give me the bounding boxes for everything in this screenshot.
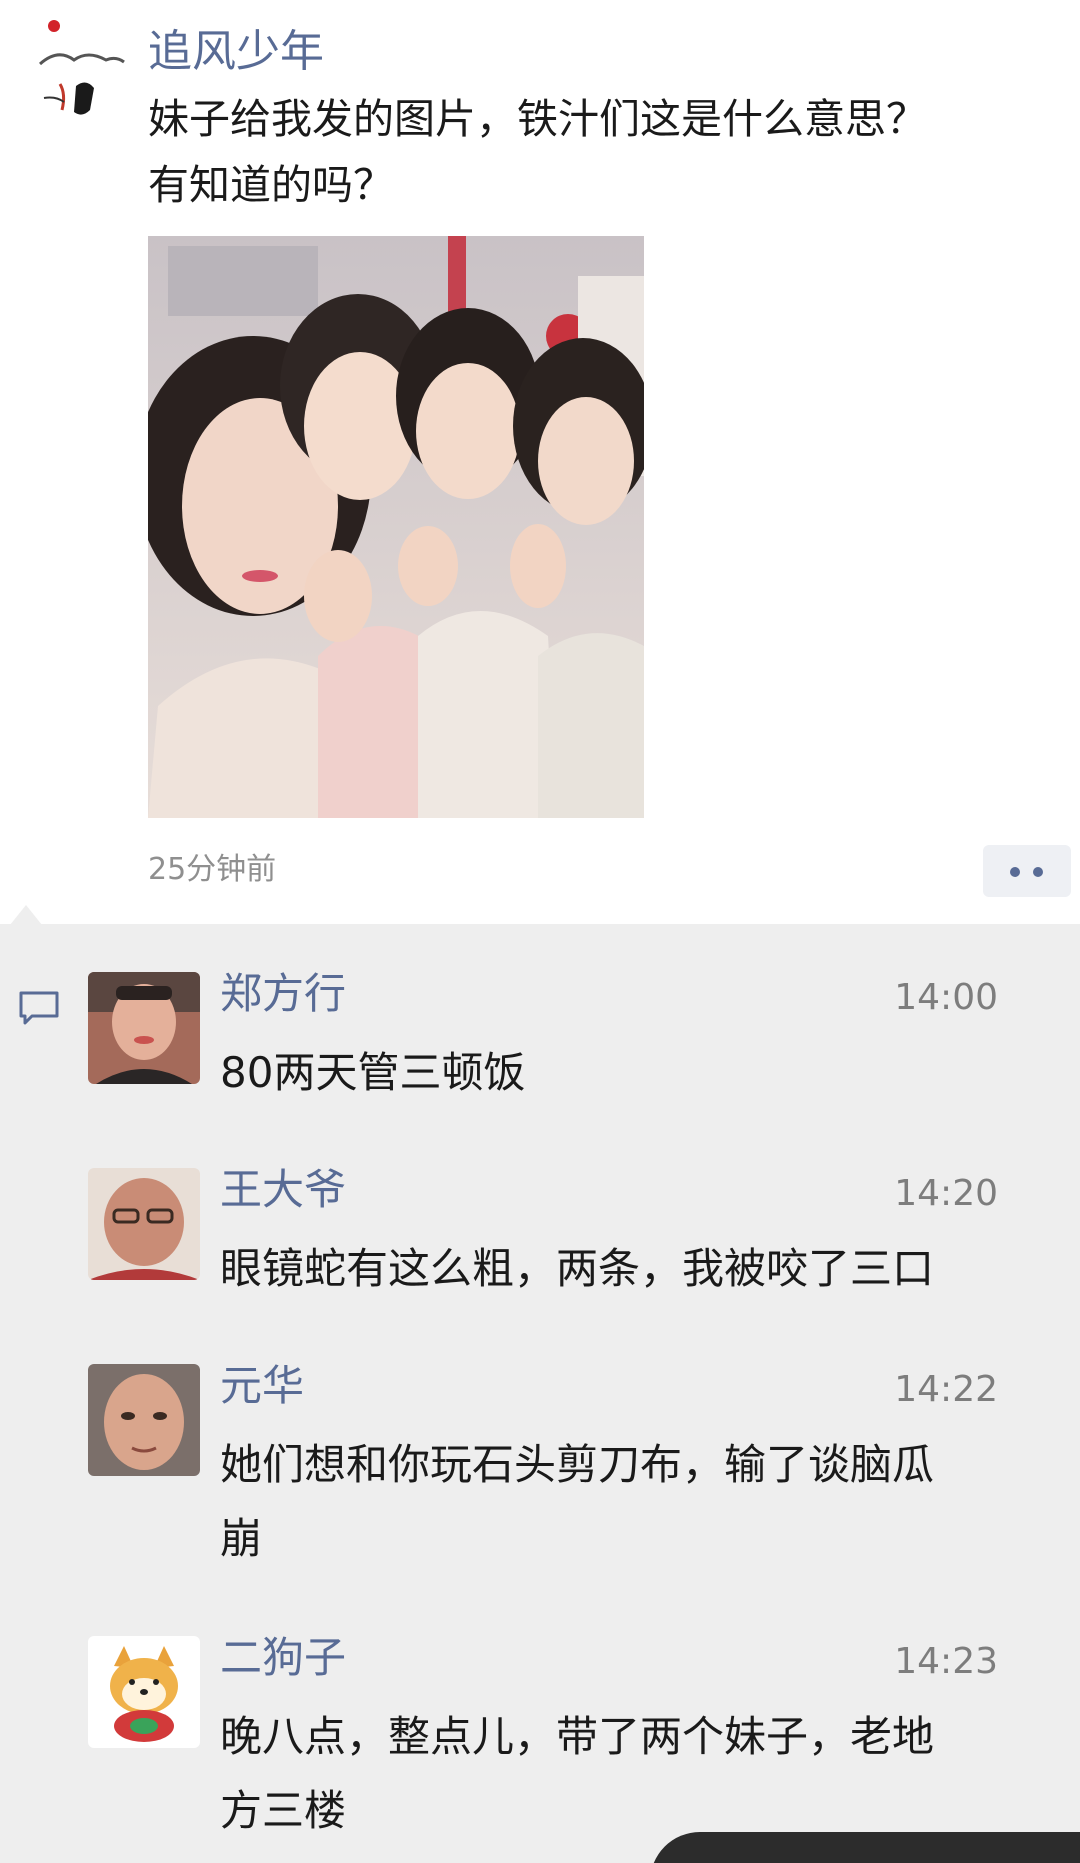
comment-text-line: 80两天管三顿饭 — [220, 1048, 526, 1097]
dot-icon — [1033, 867, 1043, 877]
man-portrait-icon — [88, 972, 200, 1084]
post-text-line: 有知道的吗？ — [148, 161, 394, 209]
commenter-name[interactable]: 王大爷 — [220, 1162, 346, 1218]
comment-text-line: 晚八点，整点儿，带了两个妹子，老地 — [220, 1712, 935, 1761]
commenter-avatar[interactable] — [88, 1636, 200, 1748]
bald-man-portrait-icon — [88, 1364, 200, 1476]
comment-bubble-icon — [18, 990, 60, 1026]
comment-text-line: 她们想和你玩石头剪刀布，输了谈脑瓜 — [220, 1440, 935, 1489]
post-text-line: 妹子给我发的图片，铁汁们这是什么意思？ — [148, 95, 927, 143]
dot-icon — [1010, 867, 1020, 877]
commenter-avatar[interactable] — [88, 1168, 200, 1280]
comment-time: 14:20 — [894, 1173, 998, 1214]
comment-time: 14:22 — [894, 1369, 998, 1410]
comments-section: 郑方行 14:00 80两天管三顿饭 王大爷 14:20 眼镜蛇有这么粗，两条，… — [0, 924, 1080, 1863]
comment-text: 晚八点，整点儿，带了两个妹子，老地 方三楼 — [220, 1700, 1000, 1848]
post-author-name[interactable]: 追风少年 — [148, 22, 324, 82]
comment-time: 14:00 — [894, 977, 998, 1018]
post-author-avatar[interactable] — [36, 14, 126, 134]
post-photo[interactable] — [135, 236, 653, 818]
comment-text: 80两天管三顿饭 — [220, 1036, 1000, 1110]
commenter-name[interactable]: 二狗子 — [220, 1630, 346, 1686]
moments-page: 追风少年 妹子给我发的图片，铁汁们这是什么意思？ 有知道的吗？ 25分钟前 郑方… — [0, 0, 1080, 1863]
commenter-avatar[interactable] — [88, 1364, 200, 1476]
commenter-name[interactable]: 元华 — [220, 1358, 304, 1414]
comment-time: 14:23 — [894, 1641, 998, 1682]
more-actions-button[interactable] — [983, 845, 1071, 897]
comment-text: 眼镜蛇有这么粗，两条，我被咬了三口 — [220, 1232, 1000, 1306]
post-text: 妹子给我发的图片，铁汁们这是什么意思？ 有知道的吗？ — [148, 86, 1028, 218]
shiba-doge-icon — [88, 1636, 200, 1748]
four-girls-selfie-photo-icon — [135, 236, 653, 818]
elderly-man-portrait-icon — [88, 1168, 200, 1280]
post-timestamp: 25分钟前 — [148, 852, 277, 887]
commenter-name[interactable]: 郑方行 — [220, 966, 346, 1022]
comment-text: 她们想和你玩石头剪刀布，输了谈脑瓜 崩 — [220, 1428, 1000, 1576]
comments-pointer — [10, 905, 42, 925]
comment-text-line: 崩 — [220, 1514, 263, 1563]
system-gesture-bar[interactable] — [650, 1832, 1080, 1863]
ink-painting-avatar-icon — [36, 14, 126, 134]
commenter-avatar[interactable] — [88, 972, 200, 1084]
comment-text-line: 眼镜蛇有这么粗，两条，我被咬了三口 — [220, 1244, 935, 1293]
